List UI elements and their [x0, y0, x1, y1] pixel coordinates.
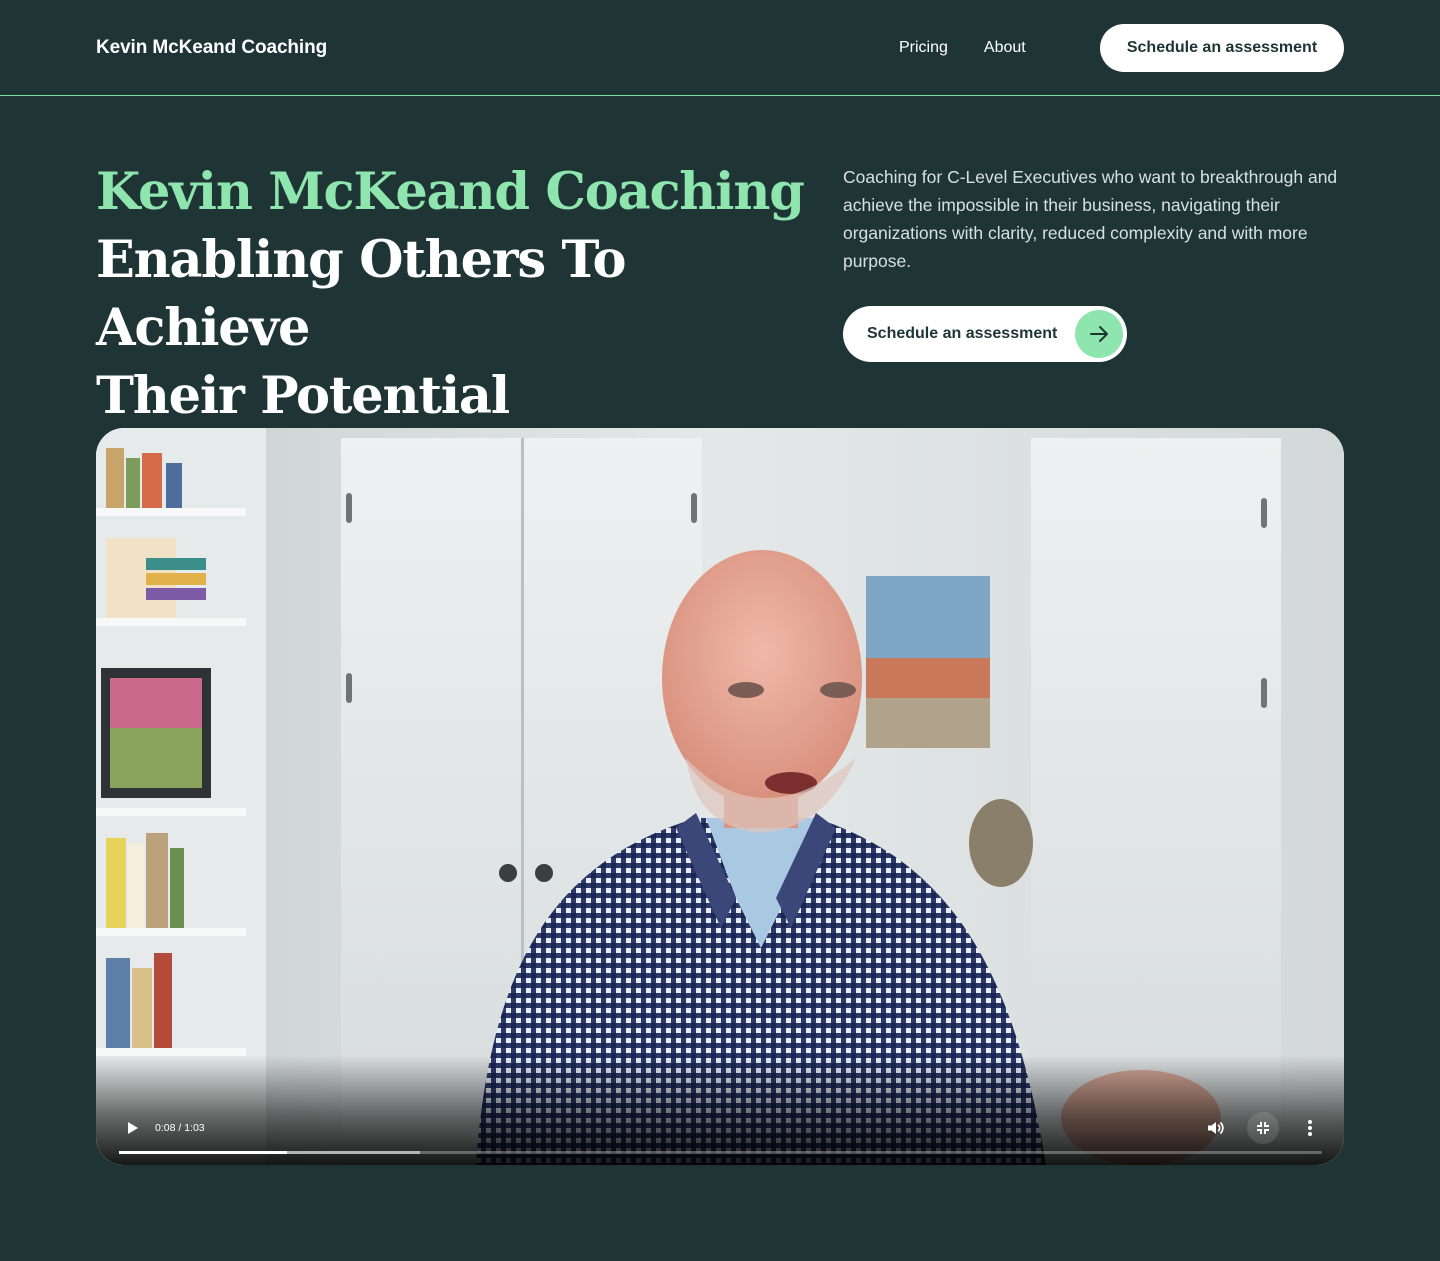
play-icon[interactable]	[116, 1112, 148, 1144]
main-nav: Pricing About	[899, 37, 1026, 59]
hero-description: Coaching for C-Level Executives who want…	[843, 167, 1338, 271]
hero-title-accent: Kevin McKeand Coaching	[96, 162, 805, 222]
video-progress-bar[interactable]	[119, 1151, 1322, 1154]
volume-icon[interactable]	[1199, 1112, 1231, 1144]
video-time: 0:08 / 1:03	[155, 1122, 205, 1134]
arrow-right-icon	[1075, 310, 1123, 358]
nav-item-about[interactable]: About	[984, 37, 1026, 59]
site-header: Kevin McKeand Coaching Pricing About Sch…	[0, 0, 1440, 96]
video-controls: 0:08 / 1:03	[96, 1055, 1344, 1165]
hero-title: Kevin McKeand Coaching Enabling Others T…	[96, 158, 816, 430]
nav-item-pricing[interactable]: Pricing	[899, 37, 948, 59]
exit-fullscreen-icon[interactable]	[1247, 1112, 1279, 1144]
hero-schedule-button[interactable]: Schedule an assessment	[843, 306, 1127, 362]
video-player[interactable]: 0:08 / 1:03	[96, 428, 1344, 1165]
header-schedule-button[interactable]: Schedule an assessment	[1100, 24, 1344, 72]
video-played-bar	[119, 1151, 288, 1154]
more-options-icon[interactable]	[1294, 1112, 1326, 1144]
brand-logo[interactable]: Kevin McKeand Coaching	[96, 36, 327, 60]
hero-title-line-2: Their Potential	[96, 366, 510, 426]
hero-schedule-label: Schedule an assessment	[867, 325, 1058, 342]
hero-title-line-1: Enabling Others To Achieve	[96, 230, 626, 358]
